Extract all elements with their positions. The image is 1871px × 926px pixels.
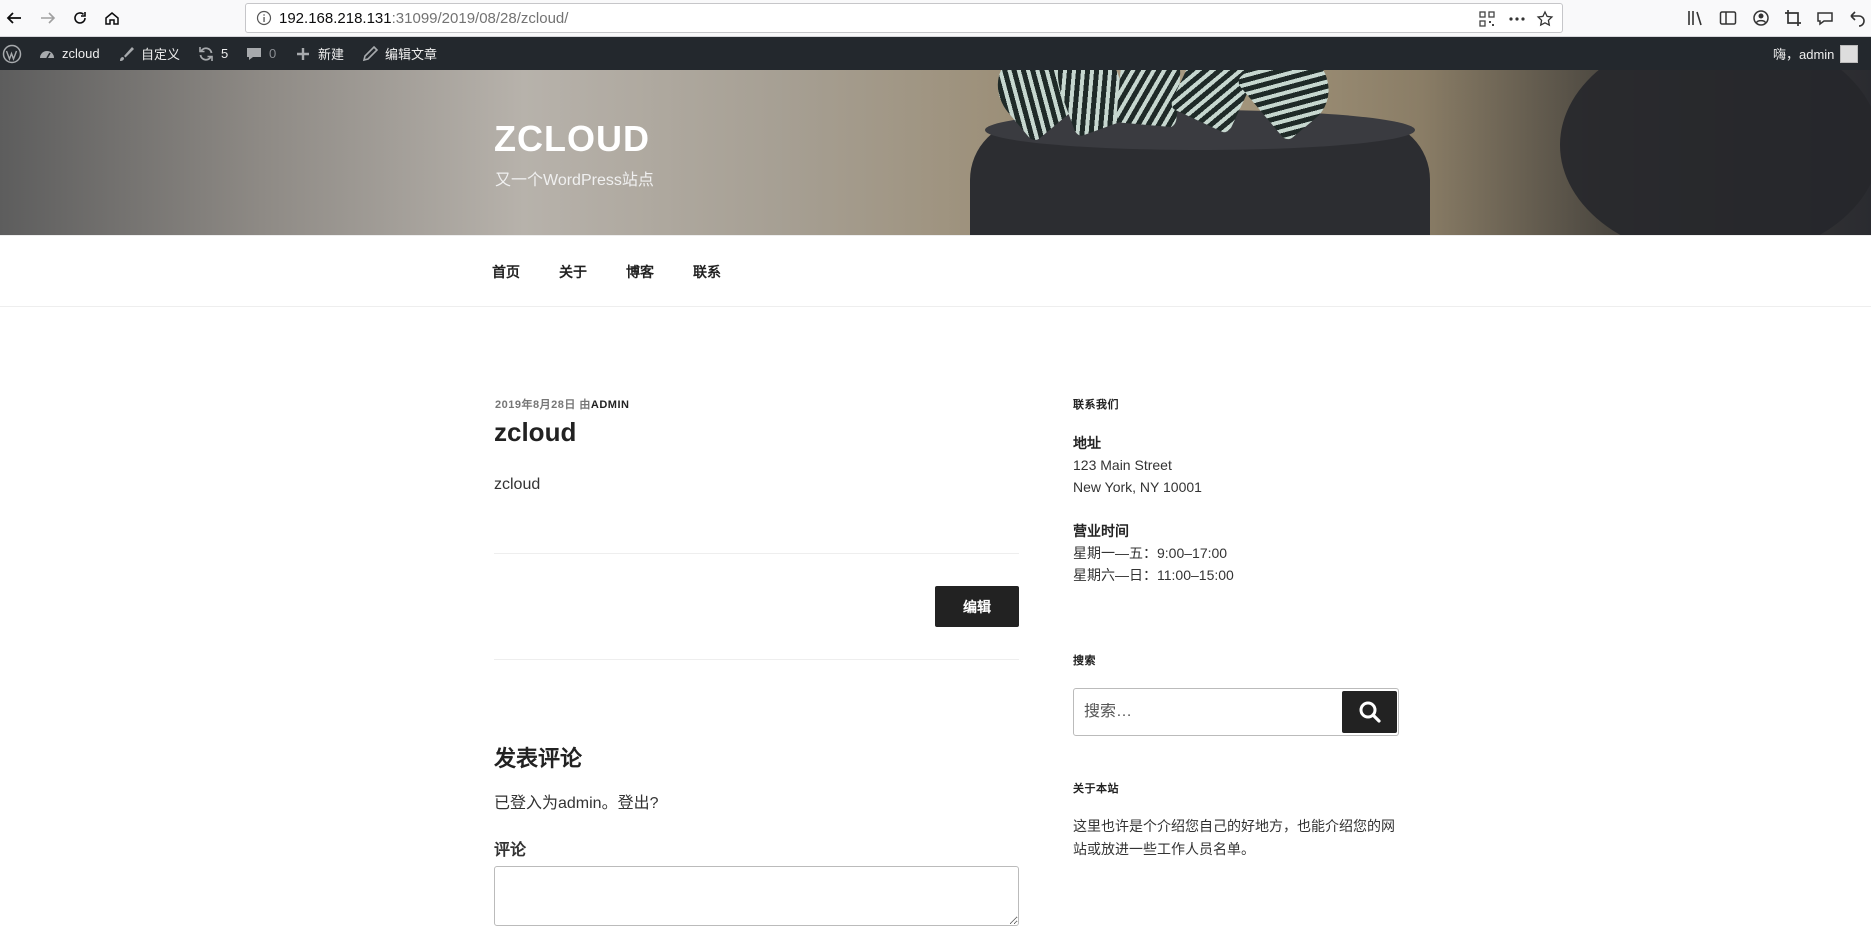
screenshot-crop-icon[interactable]: [1783, 8, 1803, 28]
more-actions-icon[interactable]: [1508, 10, 1526, 28]
about-text: 这里也许是个介绍您自己的好地方，也能介绍您的网站或放进一些工作人员名单。: [1073, 818, 1395, 857]
forward-button[interactable]: [34, 4, 62, 32]
reply-title: 发表评论: [494, 746, 583, 771]
my-account-menu[interactable]: 嗨，admin: [1773, 37, 1859, 70]
comments-link[interactable]: 0: [245, 37, 276, 70]
new-content-menu[interactable]: 新建: [294, 37, 344, 70]
customize-label: 自定义: [141, 47, 181, 62]
customize-link[interactable]: 自定义: [117, 37, 180, 70]
new-label: 新建: [318, 47, 345, 62]
hours-weekend: 星期六—日：11:00–15:00: [1073, 567, 1234, 583]
info-icon[interactable]: [256, 10, 272, 26]
arrow-right-icon: [41, 12, 56, 24]
url-text: 192.168.218.131:31099/2019/08/28/zcloud/: [279, 10, 568, 27]
post-by: 由: [579, 399, 591, 411]
arrow-left-icon: [6, 12, 21, 24]
sidebar-icon[interactable]: [1718, 8, 1738, 28]
site-name-menu[interactable]: zcloud: [38, 37, 100, 70]
nav-item-home[interactable]: 首页: [492, 262, 520, 282]
address-label: 地址: [1073, 435, 1101, 451]
comment-label: 评论: [494, 842, 527, 859]
account-icon[interactable]: [1751, 8, 1771, 28]
edit-post-link[interactable]: 编辑文章: [361, 37, 437, 70]
divider: [494, 659, 1019, 660]
divider: [494, 553, 1019, 554]
hours-weekday: 星期一—五：9:00–17:00: [1073, 545, 1228, 561]
qr-code-icon[interactable]: [1478, 10, 1496, 28]
chat-bubble-icon[interactable]: [1815, 8, 1835, 28]
url-path: :31099/2019/08/28/zcloud/: [391, 10, 569, 27]
address-block: 地址 123 Main Street New York, NY 10001: [1073, 432, 1202, 498]
comments-count: 0: [269, 46, 277, 61]
post-content: zcloud: [494, 476, 541, 493]
site-description: 又一个WordPress站点: [495, 172, 654, 189]
dashboard-gauge-icon: [40, 50, 54, 58]
back-button[interactable]: [0, 4, 28, 32]
post-title: zcloud: [494, 417, 577, 447]
wordpress-logo-icon: [2, 44, 22, 63]
edit-post-label: 编辑文章: [385, 47, 438, 62]
wp-admin-bar: zcloud 自定义 5 0 新建 编辑文章 嗨，admin: [0, 37, 1871, 70]
updates-link[interactable]: 5: [197, 37, 228, 70]
site-title[interactable]: ZCLOUD: [494, 118, 650, 160]
logged-in-as[interactable]: 已登入为admin。登出?: [494, 789, 658, 813]
library-icon[interactable]: [1686, 8, 1706, 28]
reload-icon: [74, 12, 86, 24]
url-host: 192.168.218.131: [279, 10, 392, 27]
about-widget-title: 关于本站: [1073, 783, 1119, 795]
greeting-label: 嗨，admin: [1773, 47, 1835, 62]
hours-block: 营业时间 星期一—五：9:00–17:00 星期六—日：11:00–15:00: [1073, 520, 1234, 586]
edit-button[interactable]: 编辑: [935, 586, 1019, 627]
site-header-banner: ZCLOUD 又一个WordPress站点: [0, 70, 1871, 235]
search-button[interactable]: [1342, 691, 1397, 733]
comment-textarea[interactable]: [494, 866, 1019, 926]
updates-refresh-icon: [199, 46, 213, 61]
browser-toolbar: 192.168.218.131:31099/2019/08/28/zcloud/: [0, 0, 1871, 37]
nav-item-about[interactable]: 关于: [559, 262, 587, 282]
search-form: [1073, 688, 1399, 736]
main-navigation: 首页 关于 博客 联系: [0, 235, 1871, 307]
nav-item-blog[interactable]: 博客: [626, 262, 654, 282]
search-widget-title: 搜索: [1073, 655, 1096, 667]
post-meta: 2019年8月28日 由ADMIN: [495, 396, 629, 412]
url-bar[interactable]: 192.168.218.131:31099/2019/08/28/zcloud/: [245, 3, 1563, 33]
comment-bubble-icon: [247, 47, 261, 60]
reload-button[interactable]: [66, 4, 94, 32]
contact-widget-title: 联系我们: [1073, 399, 1119, 411]
wp-logo-menu[interactable]: [2, 37, 22, 70]
undo-icon[interactable]: [1847, 8, 1867, 28]
home-icon: [105, 12, 119, 25]
bookmark-star-icon[interactable]: [1536, 10, 1554, 28]
paintbrush-icon: [120, 46, 134, 61]
pencil-icon: [362, 45, 379, 61]
post-date[interactable]: 2019年8月28日: [495, 399, 576, 411]
updates-count: 5: [221, 46, 229, 61]
search-input[interactable]: [1084, 703, 1294, 721]
header-decor-ball: [1560, 70, 1871, 235]
search-icon: [1359, 701, 1381, 723]
plus-icon: [297, 47, 309, 60]
site-name-label: zcloud: [62, 46, 100, 61]
hours-label: 营业时间: [1073, 523, 1129, 539]
address-line2: New York, NY 10001: [1073, 479, 1202, 495]
address-line1: 123 Main Street: [1073, 457, 1172, 473]
post-author[interactable]: ADMIN: [591, 399, 630, 411]
nav-item-contact[interactable]: 联系: [693, 262, 721, 282]
home-button[interactable]: [98, 4, 126, 32]
avatar: [1840, 44, 1859, 63]
